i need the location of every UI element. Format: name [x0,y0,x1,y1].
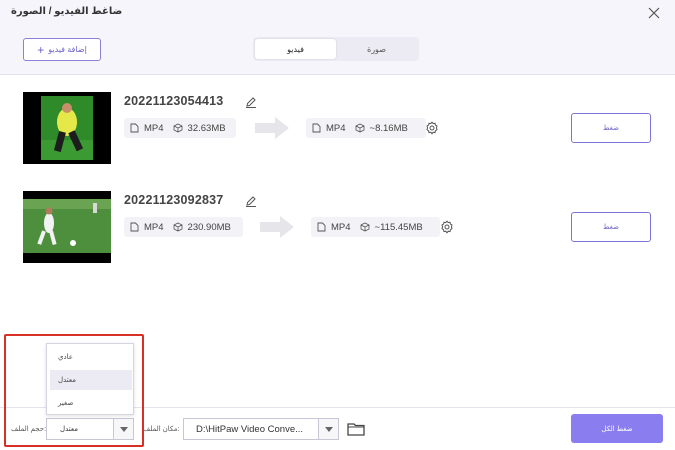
file-size-value: معتدل [60,426,78,433]
file-icon [130,222,139,232]
plus-icon: + [37,42,45,57]
dropdown-option-medium[interactable]: معتدل [50,370,132,390]
output-info: MP4 ~8.16MB [306,118,426,138]
cube-icon [173,222,182,232]
file-name: 20221123054413 [124,94,224,108]
pencil-icon[interactable] [245,95,257,108]
title-bar: ضاغط الفيديو / الصورة [0,0,675,27]
file-location-select[interactable]: D:\HitPaw Video Conve... [183,418,339,440]
source-format: MP4 [144,221,164,233]
file-icon [130,123,139,133]
cube-icon [173,123,182,133]
compress-all-button[interactable]: ضغط الكل [571,414,663,443]
file-icon [317,222,326,232]
add-video-button[interactable]: + إضافة فيديو [23,38,101,61]
source-info: MP4 230.90MB [124,217,243,237]
output-format: MP4 [326,122,346,134]
source-format: MP4 [144,122,164,134]
pencil-icon[interactable] [245,194,257,207]
window-title: ضاغط الفيديو / الصورة [11,6,123,17]
toolbar: + إضافة فيديو فيديو صورة [0,27,675,75]
output-size: ~8.16MB [369,122,408,134]
source-size: 230.90MB [187,221,231,233]
compress-button[interactable]: ضغط [571,113,651,143]
cube-icon [360,222,369,232]
gear-icon[interactable] [440,220,454,234]
folder-icon[interactable] [347,422,365,436]
output-format: MP4 [331,221,351,233]
tab-image[interactable]: صورة [336,39,417,59]
arrow-right-icon [253,115,291,141]
video-thumbnail[interactable] [23,191,111,263]
chevron-down-icon[interactable] [318,419,338,439]
file-name: 20221123092837 [124,193,224,207]
file-size-dropdown: عادي معتدل صغير [46,343,134,415]
source-info: MP4 32.63MB [124,118,236,138]
dropdown-option-small[interactable]: صغير [50,393,132,413]
tab-video[interactable]: فيديو [255,39,336,59]
dropdown-option-normal[interactable]: عادي [50,347,132,367]
file-icon [312,123,321,133]
file-row: 20221123092837 MP4 230.90MB MP4 ~115.45M… [0,191,675,271]
media-type-switch: فيديو صورة [253,37,419,61]
output-info: MP4 ~115.45MB [311,217,440,237]
video-thumbnail[interactable] [23,92,111,164]
arrow-right-icon [258,214,296,240]
cube-icon [355,123,364,133]
file-size-label: حجم الملف: [11,426,46,433]
add-video-label: إضافة فيديو [48,45,87,54]
output-size: ~115.45MB [374,221,423,233]
file-size-select[interactable]: معتدل [46,418,134,440]
gear-icon[interactable] [425,121,439,135]
compress-button[interactable]: ضغط [571,212,651,242]
source-size: 32.63MB [187,122,226,134]
file-location-value: D:\HitPaw Video Conve... [196,423,304,435]
file-row: 20221123054413 MP4 32.63MB MP4 ~8.16MB ض… [0,92,675,172]
close-icon[interactable] [645,4,663,22]
file-location-label: مكان الملف: [143,426,180,433]
chevron-down-icon[interactable] [113,419,133,439]
